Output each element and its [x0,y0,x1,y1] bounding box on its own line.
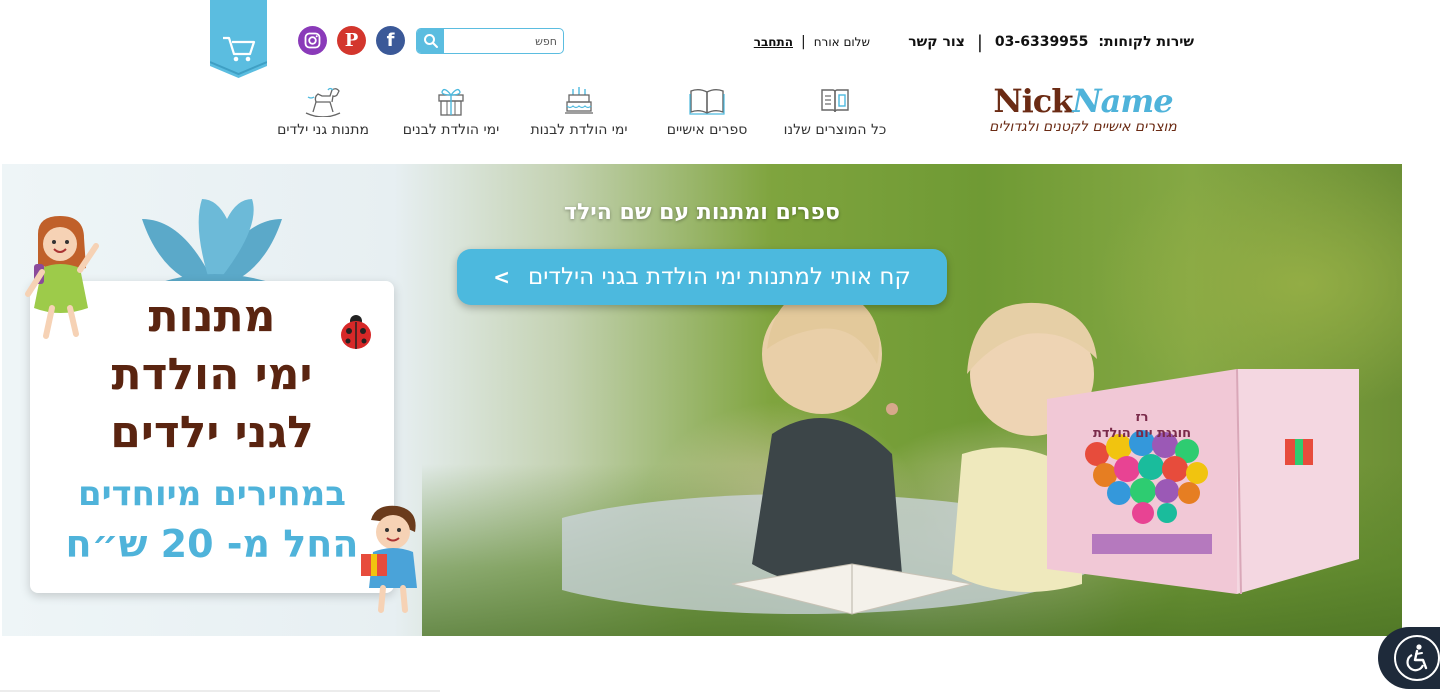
cake-icon [559,84,599,118]
promo-line-5: החל מ- 20 ש״ח [65,522,359,566]
nav-label: ספרים אישיים [666,122,748,138]
promo-line-2: ימי הולדת [111,349,313,400]
greeting-text: שלום אורח [813,35,870,49]
instagram-icon[interactable] [298,26,327,55]
accessibility-icon [1394,635,1440,681]
promo-line-4: במחירים מיוחדים [77,474,346,514]
book-icon [687,84,727,118]
boy-illustration [361,505,417,613]
logo-tagline: מוצרים אישיים לקטנים ולגדולים [989,119,1177,135]
nav-item-all-products[interactable]: כל המוצרים שלנו [782,84,888,144]
hero-cta-button[interactable]: קח אותי למתנות ימי הולדת בגני הילדים > [457,249,947,305]
search-icon [423,34,438,48]
rocking-horse-icon [303,84,343,118]
search-input[interactable] [445,29,563,53]
search-button[interactable] [417,29,444,53]
gift-icon [431,84,471,118]
hero-title: ספרים ומתנות עם שם הילד [564,200,840,225]
nav-item-kindergarten-gifts[interactable]: מתנות גני ילדים [272,84,374,144]
hero-book-image [1047,369,1359,594]
hero-cta-label: קח אותי למתנות ימי הולדת בגני הילדים [527,264,911,290]
login-link[interactable]: התחבר [754,35,793,49]
pinterest-icon[interactable]: P [337,26,366,55]
nav-item-boys-birthdays[interactable]: ימי הולדת לבנים [400,84,502,144]
promo-line-3: לגני ילדים [110,407,314,458]
facebook-icon[interactable]: f [376,26,405,55]
book-open-icon [815,84,855,118]
book-title: חוגגת יום הולדת [1092,426,1192,441]
contact-link[interactable]: צור קשר [908,34,965,50]
divider: | [801,34,806,50]
nav-label: ימי הולדת לבנות [530,122,628,138]
nav-item-personal-books[interactable]: ספרים אישיים [664,84,750,144]
nav-item-girls-birthdays[interactable]: ימי הולדת לבנות [528,84,630,144]
ribbon-bow-icon [132,199,302,294]
service-label: שירות לקוחות: [1098,34,1194,50]
customer-service: שירות לקוחות: 03-6339955 | צור קשר [900,30,1194,54]
nav-label: ימי הולדת לבנים [402,122,500,138]
service-phone[interactable]: 03-6339955 [995,34,1088,50]
cart-button[interactable] [210,0,267,78]
cart-icon [210,0,267,78]
logo-wordmark: NickName [993,82,1173,120]
hero-banner[interactable]: ספרים ומתנות עם שם הילד קח אותי למתנות י… [2,164,1402,636]
divider [0,690,440,692]
chevron-left-icon: > [493,265,510,289]
book-name: רז [1135,410,1149,425]
ladybug-icon [341,315,371,349]
nav-label: מתנות גני ילדים [277,122,369,138]
user-area: שלום אורח | התחבר [740,32,870,52]
top-bar: שירות לקוחות: 03-6339955 | צור קשר שלום … [0,0,1440,80]
search-box [416,28,564,54]
accessibility-button[interactable] [1378,627,1440,689]
girl-illustration [25,216,99,339]
nav-label: כל המוצרים שלנו [783,122,887,138]
divider: | [976,31,983,53]
site-logo[interactable]: NickName מוצרים אישיים לקטנים ולגדולים [972,84,1194,140]
